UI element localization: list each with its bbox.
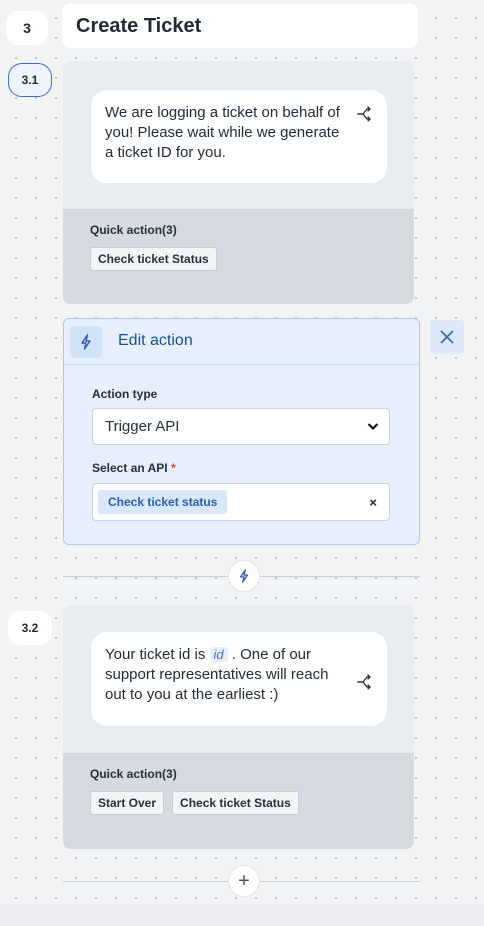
- message-text-start: Your ticket id is: [105, 646, 206, 663]
- bolt-icon: [239, 569, 249, 583]
- message-node-card[interactable]: Your ticket id is id . One of our suppor…: [63, 605, 414, 849]
- close-icon[interactable]: [430, 320, 464, 354]
- step-title[interactable]: Create Ticket: [62, 4, 418, 48]
- branch-icon[interactable]: [357, 106, 373, 122]
- quick-action-button[interactable]: Start Over: [90, 791, 165, 815]
- variable-token[interactable]: id: [209, 647, 228, 662]
- add-node-button[interactable]: +: [229, 866, 259, 896]
- api-label: Select an API *: [92, 461, 176, 475]
- required-marker: *: [170, 461, 176, 475]
- add-action-button[interactable]: [229, 561, 259, 591]
- message-text: We are logging a ticket on behalf of you…: [105, 104, 340, 161]
- action-type-label: Action type: [92, 387, 158, 401]
- branch-icon[interactable]: [357, 674, 373, 690]
- chevron-down-icon[interactable]: [367, 422, 379, 431]
- quick-action-label: Quick action(3): [90, 223, 177, 237]
- clear-selection-icon[interactable]: ×: [369, 495, 377, 510]
- edit-action-title: Edit action: [118, 332, 193, 349]
- api-select[interactable]: Check ticket status ×: [92, 483, 390, 521]
- node-id-badge[interactable]: 3.1: [8, 63, 52, 97]
- quick-action-section: Quick action(3) Start Over Check ticket …: [63, 753, 414, 849]
- action-type-select[interactable]: Trigger API: [92, 408, 390, 445]
- quick-action-button[interactable]: Check ticket Status: [90, 247, 217, 271]
- plus-icon: +: [238, 869, 250, 892]
- quick-action-section: Quick action(3) Check ticket Status: [63, 209, 414, 304]
- message-bubble[interactable]: We are logging a ticket on behalf of you…: [91, 90, 387, 183]
- action-type-value: Trigger API: [105, 418, 180, 435]
- message-bubble[interactable]: Your ticket id is id . One of our suppor…: [91, 632, 387, 726]
- bolt-icon: [70, 326, 102, 358]
- edit-action-panel: Edit action Action type Trigger API Sele…: [63, 318, 420, 545]
- selected-api-chip[interactable]: Check ticket status: [98, 490, 228, 514]
- node-id-badge[interactable]: 3.2: [8, 611, 52, 645]
- message-node-card[interactable]: We are logging a ticket on behalf of you…: [63, 61, 414, 304]
- step-number-badge: 3: [6, 11, 48, 45]
- edit-action-header: Edit action: [64, 319, 419, 365]
- quick-action-label: Quick action(3): [90, 767, 177, 781]
- quick-action-button[interactable]: Check ticket Status: [172, 791, 299, 815]
- bottom-strip: [0, 904, 484, 926]
- api-label-text: Select an API: [92, 461, 168, 475]
